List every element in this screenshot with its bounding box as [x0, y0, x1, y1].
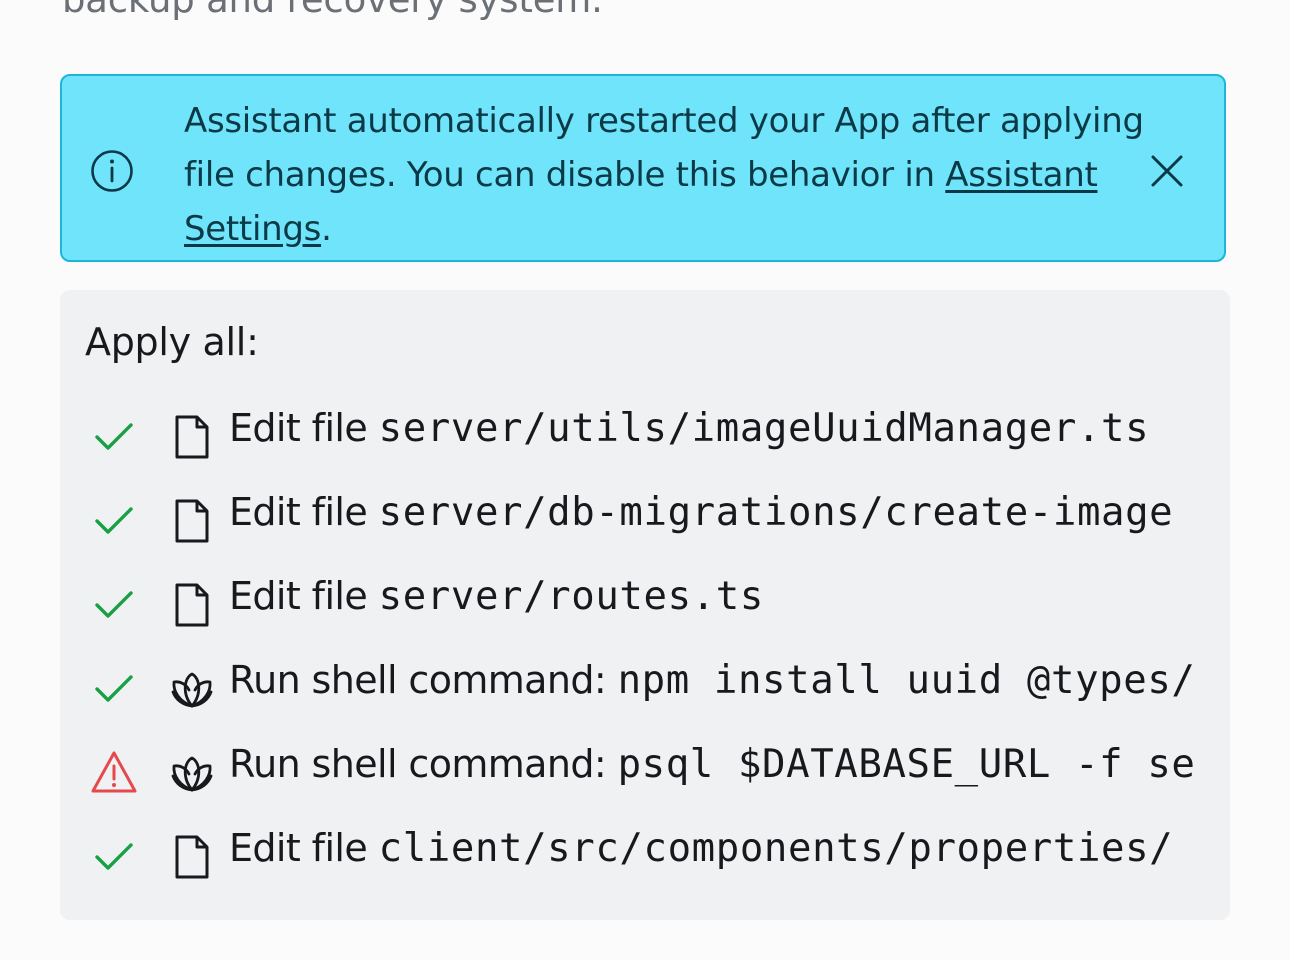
- file-icon: [175, 415, 209, 459]
- action-label: Edit file: [229, 406, 368, 450]
- action-target: npm install uuid @types/: [617, 658, 1196, 703]
- checkmark-icon: [95, 675, 133, 702]
- action-text: Run shell command: psql $DATABASE_URL -f…: [229, 742, 1195, 787]
- checkmark-icon: [95, 843, 133, 870]
- info-icon: [91, 150, 133, 192]
- action-label: Edit file: [229, 490, 368, 534]
- action-label: Run shell command:: [229, 742, 607, 786]
- file-icon: [175, 499, 209, 543]
- apply-all-heading: Apply all:: [85, 320, 259, 364]
- action-target: psql $DATABASE_URL -f se: [617, 742, 1196, 787]
- banner-message-suffix: .: [321, 209, 332, 249]
- action-item[interactable]: Edit file server/routes.ts: [60, 572, 1208, 632]
- shell-icon: [171, 672, 213, 708]
- intro-text: backup and recovery system.: [62, 0, 603, 21]
- action-text: Edit file client/src/components/properti…: [229, 826, 1173, 871]
- action-item[interactable]: Edit file server/db-migrations/create-im…: [60, 488, 1208, 548]
- banner-message: Assistant automatically restarted your A…: [184, 94, 1144, 256]
- action-text: Edit file server/utils/imageUuidManager.…: [229, 406, 1149, 451]
- shell-icon: [171, 756, 213, 792]
- action-target: server/routes.ts: [378, 574, 764, 619]
- action-text: Run shell command: npm install uuid @typ…: [229, 658, 1195, 703]
- apply-all-panel: Apply all: Edit file server/utils/imageU…: [60, 290, 1230, 920]
- action-item[interactable]: Edit file client/src/components/properti…: [60, 824, 1208, 884]
- close-icon[interactable]: [1148, 152, 1186, 190]
- action-label: Edit file: [229, 574, 368, 618]
- action-item[interactable]: Run shell command: npm install uuid @typ…: [60, 656, 1208, 716]
- checkmark-icon: [95, 423, 133, 450]
- action-target: client/src/components/properties/: [378, 826, 1174, 871]
- action-item[interactable]: Edit file server/utils/imageUuidManager.…: [60, 404, 1208, 464]
- info-banner: Assistant automatically restarted your A…: [60, 74, 1226, 262]
- action-target: server/db-migrations/create-image: [378, 490, 1174, 535]
- file-icon: [175, 835, 209, 879]
- file-icon: [175, 583, 209, 627]
- warning-icon: [91, 751, 137, 793]
- action-target: server/utils/imageUuidManager.ts: [378, 406, 1150, 451]
- checkmark-icon: [95, 591, 133, 618]
- action-item[interactable]: Run shell command: psql $DATABASE_URL -f…: [60, 740, 1208, 800]
- checkmark-icon: [95, 507, 133, 534]
- action-label: Edit file: [229, 826, 368, 870]
- action-label: Run shell command:: [229, 658, 607, 702]
- action-text: Edit file server/db-migrations/create-im…: [229, 490, 1173, 535]
- action-text: Edit file server/routes.ts: [229, 574, 764, 619]
